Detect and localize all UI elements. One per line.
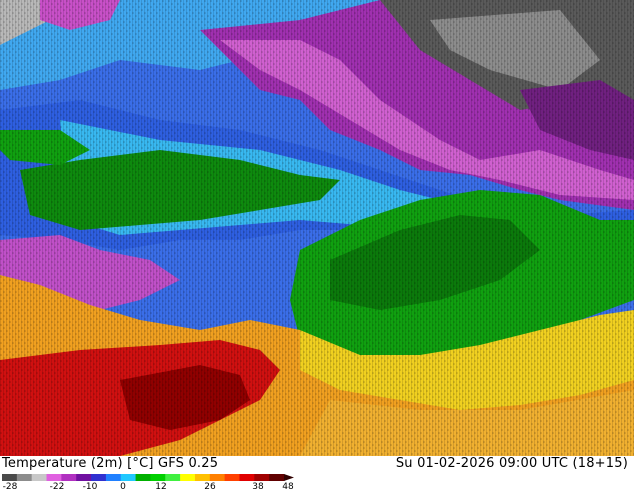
color-scale-swatch bbox=[31, 474, 48, 481]
map-footer: Temperature (2m) [°C] GFS 0.25 Su 01-02-… bbox=[0, 456, 634, 490]
color-scale-swatch bbox=[91, 474, 107, 481]
color-scale-swatch bbox=[254, 474, 270, 481]
color-scale-swatch bbox=[2, 474, 18, 481]
color-scale-tick-label: 0 bbox=[120, 482, 126, 490]
color-scale-swatch bbox=[180, 474, 196, 481]
color-scale-tick-label: 12 bbox=[155, 482, 167, 490]
color-scale-swatch bbox=[105, 474, 122, 481]
color-scale-swatch bbox=[239, 474, 255, 481]
color-scale-swatch bbox=[269, 474, 285, 481]
color-scale-swatch bbox=[224, 474, 240, 481]
temperature-map bbox=[0, 0, 634, 456]
color-scale-tick-label: 38 bbox=[252, 482, 264, 490]
color-scale-swatch bbox=[61, 474, 77, 481]
color-scale-tick-label: -22 bbox=[49, 482, 65, 490]
color-scale-arrow bbox=[284, 474, 294, 481]
color-scale-swatch bbox=[209, 474, 226, 481]
map-title: Temperature (2m) [°C] GFS 0.25 bbox=[2, 456, 219, 471]
color-scale-swatch bbox=[46, 474, 62, 481]
color-scale-swatch bbox=[194, 474, 211, 481]
weather-map-view: Temperature (2m) [°C] GFS 0.25 Su 01-02-… bbox=[0, 0, 634, 490]
color-scale-tick-label: -28 bbox=[2, 482, 18, 490]
color-scale-tick-label: 26 bbox=[204, 482, 216, 490]
color-scale-swatch bbox=[120, 474, 137, 481]
color-scale-tick-label: -10 bbox=[82, 482, 98, 490]
color-scale-swatch bbox=[135, 474, 151, 481]
dot-texture bbox=[0, 0, 634, 456]
color-scale-swatch bbox=[165, 474, 181, 481]
color-scale-tick-label: 48 bbox=[282, 482, 294, 490]
color-scale-swatch bbox=[150, 474, 166, 481]
color-scale-swatch bbox=[76, 474, 92, 481]
color-scale-swatch bbox=[16, 474, 33, 481]
map-datetime: Su 01-02-2026 09:00 UTC (18+15) bbox=[395, 456, 628, 471]
